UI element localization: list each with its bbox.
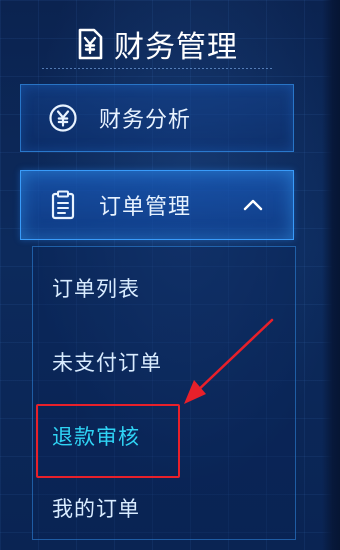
menu-label: 订单管理 (99, 195, 192, 220)
chevron-up-icon[interactable] (241, 193, 265, 217)
submenu-item-order-list[interactable]: 订单列表 (52, 273, 140, 303)
page-title: 财务管理 (114, 30, 238, 65)
submenu-item-my-orders[interactable]: 我的订单 (52, 493, 140, 523)
submenu-item-unpaid-orders[interactable]: 未支付订单 (52, 347, 162, 377)
header-divider (42, 68, 272, 69)
page-header: 财务管理 (42, 18, 272, 70)
highlight-annotation-box (36, 404, 180, 478)
yen-document-icon (78, 28, 103, 60)
clipboard-icon (45, 187, 81, 223)
menu-label: 财务分析 (99, 108, 192, 133)
menu-item-finance-analysis[interactable]: 财务分析 (20, 84, 294, 152)
yen-circle-icon (45, 100, 81, 136)
menu-item-order-management[interactable]: 订单管理 (20, 170, 294, 240)
side-panel-edge (322, 0, 340, 550)
annotation-arrow (184, 318, 274, 404)
